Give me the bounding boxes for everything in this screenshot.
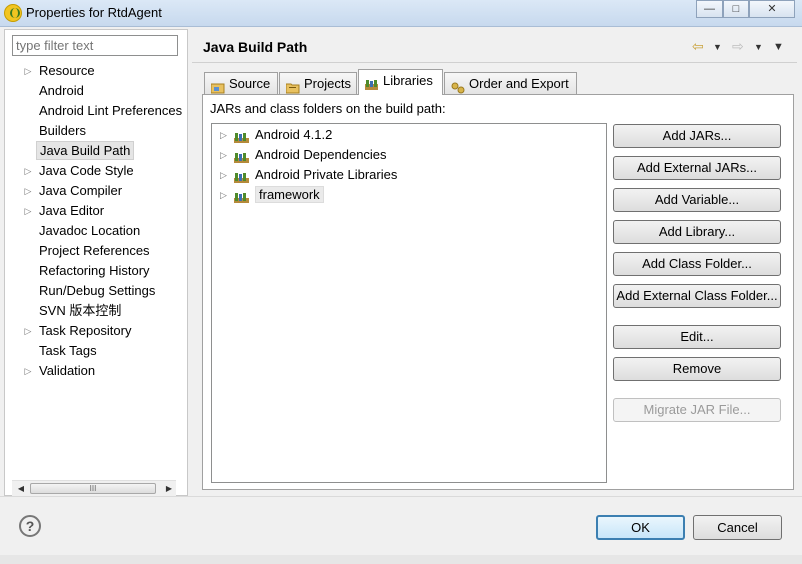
tree-item-java-build-path[interactable]: Java Build Path — [20, 141, 135, 161]
tree-item-label: SVN 版本控制 — [39, 303, 122, 318]
libraries-icon — [365, 76, 379, 90]
tree-item-android[interactable]: Android — [20, 81, 87, 101]
source-folder-icon — [210, 79, 225, 94]
tree-item-label: Project References — [39, 243, 150, 258]
add-external-jars-button[interactable]: Add External JARs... — [613, 156, 781, 180]
order-export-icon — [451, 79, 465, 94]
header-separator — [192, 62, 797, 63]
window-title: Properties for RtdAgent — [26, 5, 162, 20]
library-jar-icon — [234, 170, 250, 183]
tree-item-project-references[interactable]: Project References — [20, 241, 153, 261]
tree-item-refactoring-history[interactable]: Refactoring History — [20, 261, 153, 281]
footer-separator — [0, 496, 802, 497]
tree-item-label: Java Compiler — [39, 183, 123, 198]
library-label: Android Dependencies — [255, 147, 387, 162]
scroll-left-icon[interactable]: ◀ — [14, 482, 28, 495]
projects-folder-icon — [285, 79, 300, 94]
tab-libraries[interactable]: Libraries — [358, 69, 443, 95]
tree-item-javadoc-location[interactable]: Javadoc Location — [20, 221, 143, 241]
library-jar-icon — [234, 190, 250, 203]
library-jar-icon — [234, 130, 250, 143]
tree-item-svn[interactable]: SVN 版本控制 — [20, 301, 124, 321]
edit-button[interactable]: Edit... — [613, 325, 781, 349]
library-label: framework — [255, 186, 324, 203]
build-path-list-label: JARs and class folders on the build path… — [210, 101, 446, 116]
tree-item-label: Task Repository — [39, 323, 132, 338]
library-row[interactable]: ▷ Android Dependencies — [220, 145, 387, 165]
forward-menu-chevron-icon[interactable]: ▼ — [754, 42, 763, 52]
window-bottom-edge — [0, 555, 802, 564]
filter-input[interactable] — [12, 35, 178, 56]
tree-item-label: Java Editor — [39, 203, 105, 218]
scroll-thumb[interactable]: III — [30, 483, 156, 494]
view-menu-icon[interactable]: ▼ — [773, 41, 784, 53]
library-row[interactable]: ▷ Android 4.1.2 — [220, 125, 332, 145]
expand-chevron-icon[interactable]: ▷ — [220, 185, 234, 205]
add-external-class-folder-button[interactable]: Add External Class Folder... — [613, 284, 781, 308]
expand-chevron-icon[interactable]: ▷ — [220, 145, 234, 165]
add-jars-button[interactable]: Add JARs... — [613, 124, 781, 148]
tree-item-label: Resource — [39, 63, 95, 78]
tree-item-java-editor[interactable]: ▷ Java Editor — [20, 201, 107, 221]
tree-item-label: Builders — [39, 123, 86, 138]
tab-source[interactable]: Source — [204, 72, 278, 94]
back-arrow-icon[interactable]: ⇦ — [692, 38, 704, 55]
tree-item-label: Javadoc Location — [39, 223, 141, 238]
tree-item-label: Java Build Path — [36, 141, 135, 160]
remove-button[interactable]: Remove — [613, 357, 781, 381]
tree-item-validation[interactable]: ▷ Validation — [20, 361, 98, 381]
tree-item-run-debug-settings[interactable]: Run/Debug Settings — [20, 281, 158, 301]
back-menu-chevron-icon[interactable]: ▼ — [713, 42, 722, 52]
tree-item-label: Android — [39, 83, 84, 98]
tree-item-task-tags[interactable]: Task Tags — [20, 341, 100, 361]
tree-item-builders[interactable]: Builders — [20, 121, 89, 141]
migrate-jar-button: Migrate JAR File... — [613, 398, 781, 422]
ok-button[interactable]: OK — [596, 515, 685, 540]
add-variable-button[interactable]: Add Variable... — [613, 188, 781, 212]
expand-chevron-icon[interactable]: ▷ — [20, 61, 36, 81]
expand-chevron-icon[interactable]: ▷ — [20, 361, 36, 381]
expand-chevron-icon[interactable]: ▷ — [220, 165, 234, 185]
tree-item-label: Refactoring History — [39, 263, 150, 278]
expand-chevron-icon[interactable]: ▷ — [20, 321, 36, 341]
add-class-folder-button[interactable]: Add Class Folder... — [613, 252, 781, 276]
expand-chevron-icon[interactable]: ▷ — [20, 181, 36, 201]
cancel-button[interactable]: Cancel — [693, 515, 782, 540]
tab-order-and-export[interactable]: Order and Export — [444, 72, 577, 94]
library-jar-icon — [234, 150, 250, 163]
maximize-button[interactable]: □ — [723, 0, 749, 18]
tab-projects[interactable]: Projects — [279, 72, 357, 94]
tree-item-java-code-style[interactable]: ▷ Java Code Style — [20, 161, 137, 181]
expand-chevron-icon[interactable]: ▷ — [20, 201, 36, 221]
scroll-right-icon[interactable]: ▶ — [162, 482, 176, 495]
tree-item-label: Validation — [39, 363, 96, 378]
help-icon[interactable]: ? — [19, 515, 41, 537]
library-row[interactable]: ▷ framework — [220, 185, 324, 205]
app-icon — [4, 4, 22, 22]
tree-item-label: Android Lint Preferences — [39, 103, 183, 118]
tree-item-label: Java Code Style — [39, 163, 134, 178]
forward-arrow-icon: ⇨ — [732, 38, 744, 54]
expand-chevron-icon[interactable]: ▷ — [20, 161, 36, 181]
expand-chevron-icon[interactable]: ▷ — [220, 125, 234, 145]
tree-item-android-lint-preferences[interactable]: Android Lint Preferences — [20, 101, 185, 121]
add-library-button[interactable]: Add Library... — [613, 220, 781, 244]
tree-item-label: Run/Debug Settings — [39, 283, 156, 298]
library-label: Android Private Libraries — [255, 167, 398, 182]
page-title: Java Build Path — [203, 39, 308, 55]
close-button[interactable]: ✕ — [749, 0, 795, 18]
tree-item-task-repository[interactable]: ▷ Task Repository — [20, 321, 134, 341]
minimize-button[interactable]: — — [696, 0, 723, 18]
library-row[interactable]: ▷ Android Private Libraries — [220, 165, 397, 185]
tree-item-label: Task Tags — [39, 343, 97, 358]
tree-horizontal-scrollbar[interactable]: ◀ III ▶ — [12, 480, 176, 496]
tree-item-java-compiler[interactable]: ▷ Java Compiler — [20, 181, 125, 201]
library-label: Android 4.1.2 — [255, 127, 333, 142]
tree-item-resource[interactable]: ▷ Resource — [20, 61, 98, 81]
